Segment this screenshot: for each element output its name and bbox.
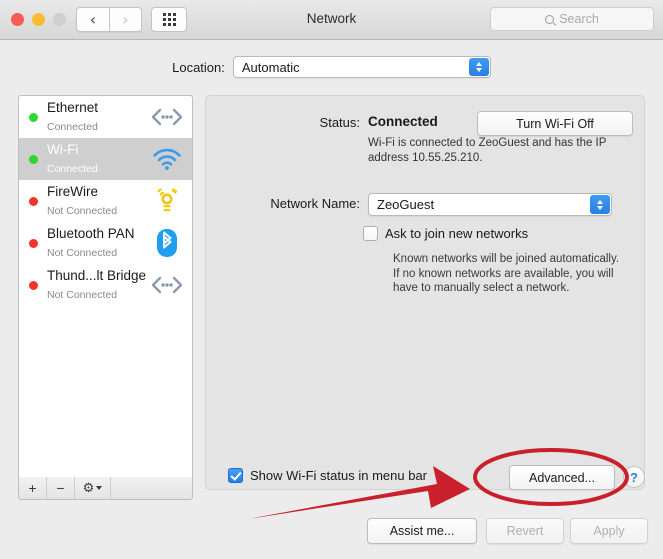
interface-status: Not Connected <box>47 205 118 217</box>
stepper-arrows-icon <box>590 195 610 214</box>
status-dot <box>29 196 38 206</box>
ethernet-icon <box>150 102 184 132</box>
interface-name: Bluetooth PAN <box>47 226 135 241</box>
assist-me-button[interactable]: Assist me... <box>367 518 477 544</box>
chevron-down-icon <box>96 486 103 490</box>
status-description: Wi-Fi is connected to ZeoGuest and has t… <box>368 137 607 164</box>
list-item-bluetooth-pan[interactable]: Bluetooth PAN Not Connected <box>19 222 192 264</box>
interface-status: Connected <box>47 163 98 175</box>
add-interface-button[interactable]: + <box>19 477 47 499</box>
interface-status: Connected <box>47 121 98 133</box>
network-name-label: Network Name: <box>270 196 360 211</box>
window-titlebar: ‹ › Network Search <box>0 0 663 40</box>
ethernet-icon <box>150 270 184 300</box>
network-name-value: ZeoGuest <box>377 197 435 212</box>
help-button[interactable]: ? <box>623 466 645 488</box>
apply-button: Apply <box>570 518 648 544</box>
status-dot <box>29 112 38 122</box>
show-wifi-status-checkbox[interactable]: Show Wi-Fi status in menu bar <box>228 468 427 483</box>
search-input[interactable]: Search <box>490 7 654 31</box>
interface-status: Not Connected <box>47 247 118 259</box>
network-preferences-window: ‹ › Network Search Location: Automatic E… <box>0 0 663 559</box>
bluetooth-icon <box>150 228 184 258</box>
location-value: Automatic <box>241 59 300 75</box>
network-name-popup-button[interactable]: ZeoGuest <box>368 193 612 216</box>
ask-to-join-description: Known networks will be joined automatica… <box>393 253 620 294</box>
interface-list[interactable]: Ethernet Connected Wi-Fi Connected FireW… <box>18 95 193 497</box>
search-placeholder: Search <box>559 12 599 26</box>
revert-button: Revert <box>486 518 564 544</box>
show-wifi-status-label: Show Wi-Fi status in menu bar <box>250 468 428 483</box>
interface-name: FireWire <box>47 184 98 199</box>
advanced-button[interactable]: Advanced... <box>509 465 615 490</box>
location-popup-button[interactable]: Automatic <box>232 56 491 78</box>
list-item-thunderbolt-bridge[interactable]: Thund...lt Bridge Not Connected <box>19 264 192 306</box>
firewire-icon <box>150 186 184 216</box>
status-value: Connected <box>368 114 438 129</box>
search-icon <box>545 14 555 24</box>
turn-wifi-off-button[interactable]: Turn Wi-Fi Off <box>477 111 633 136</box>
checkbox-box <box>363 226 378 241</box>
ask-to-join-checkbox[interactable]: Ask to join new networks <box>363 226 528 241</box>
location-row: Location: Automatic <box>0 56 663 78</box>
interface-name: Thund...lt Bridge <box>47 268 147 283</box>
status-label: Status: <box>319 115 360 130</box>
list-item-ethernet[interactable]: Ethernet Connected <box>19 96 192 138</box>
remove-interface-button[interactable]: − <box>47 477 75 499</box>
location-label: Location: <box>172 59 225 75</box>
interface-status: Not Connected <box>47 289 118 301</box>
stepper-arrows-icon <box>468 58 489 76</box>
interface-list-toolbar: + − ⚙ <box>18 477 193 500</box>
status-dot <box>29 154 38 164</box>
gear-icon: ⚙ <box>82 480 95 495</box>
wifi-icon <box>150 144 184 174</box>
list-item-firewire[interactable]: FireWire Not Connected <box>19 180 192 222</box>
interface-name: Wi-Fi <box>47 142 79 157</box>
interface-action-menu-button[interactable]: ⚙ <box>75 477 111 499</box>
checkbox-box <box>228 468 243 483</box>
status-dot <box>29 238 38 248</box>
status-dot <box>29 280 38 290</box>
interface-name: Ethernet <box>47 100 99 115</box>
ask-to-join-label: Ask to join new networks <box>385 226 529 241</box>
list-item-wifi[interactable]: Wi-Fi Connected <box>19 138 192 180</box>
